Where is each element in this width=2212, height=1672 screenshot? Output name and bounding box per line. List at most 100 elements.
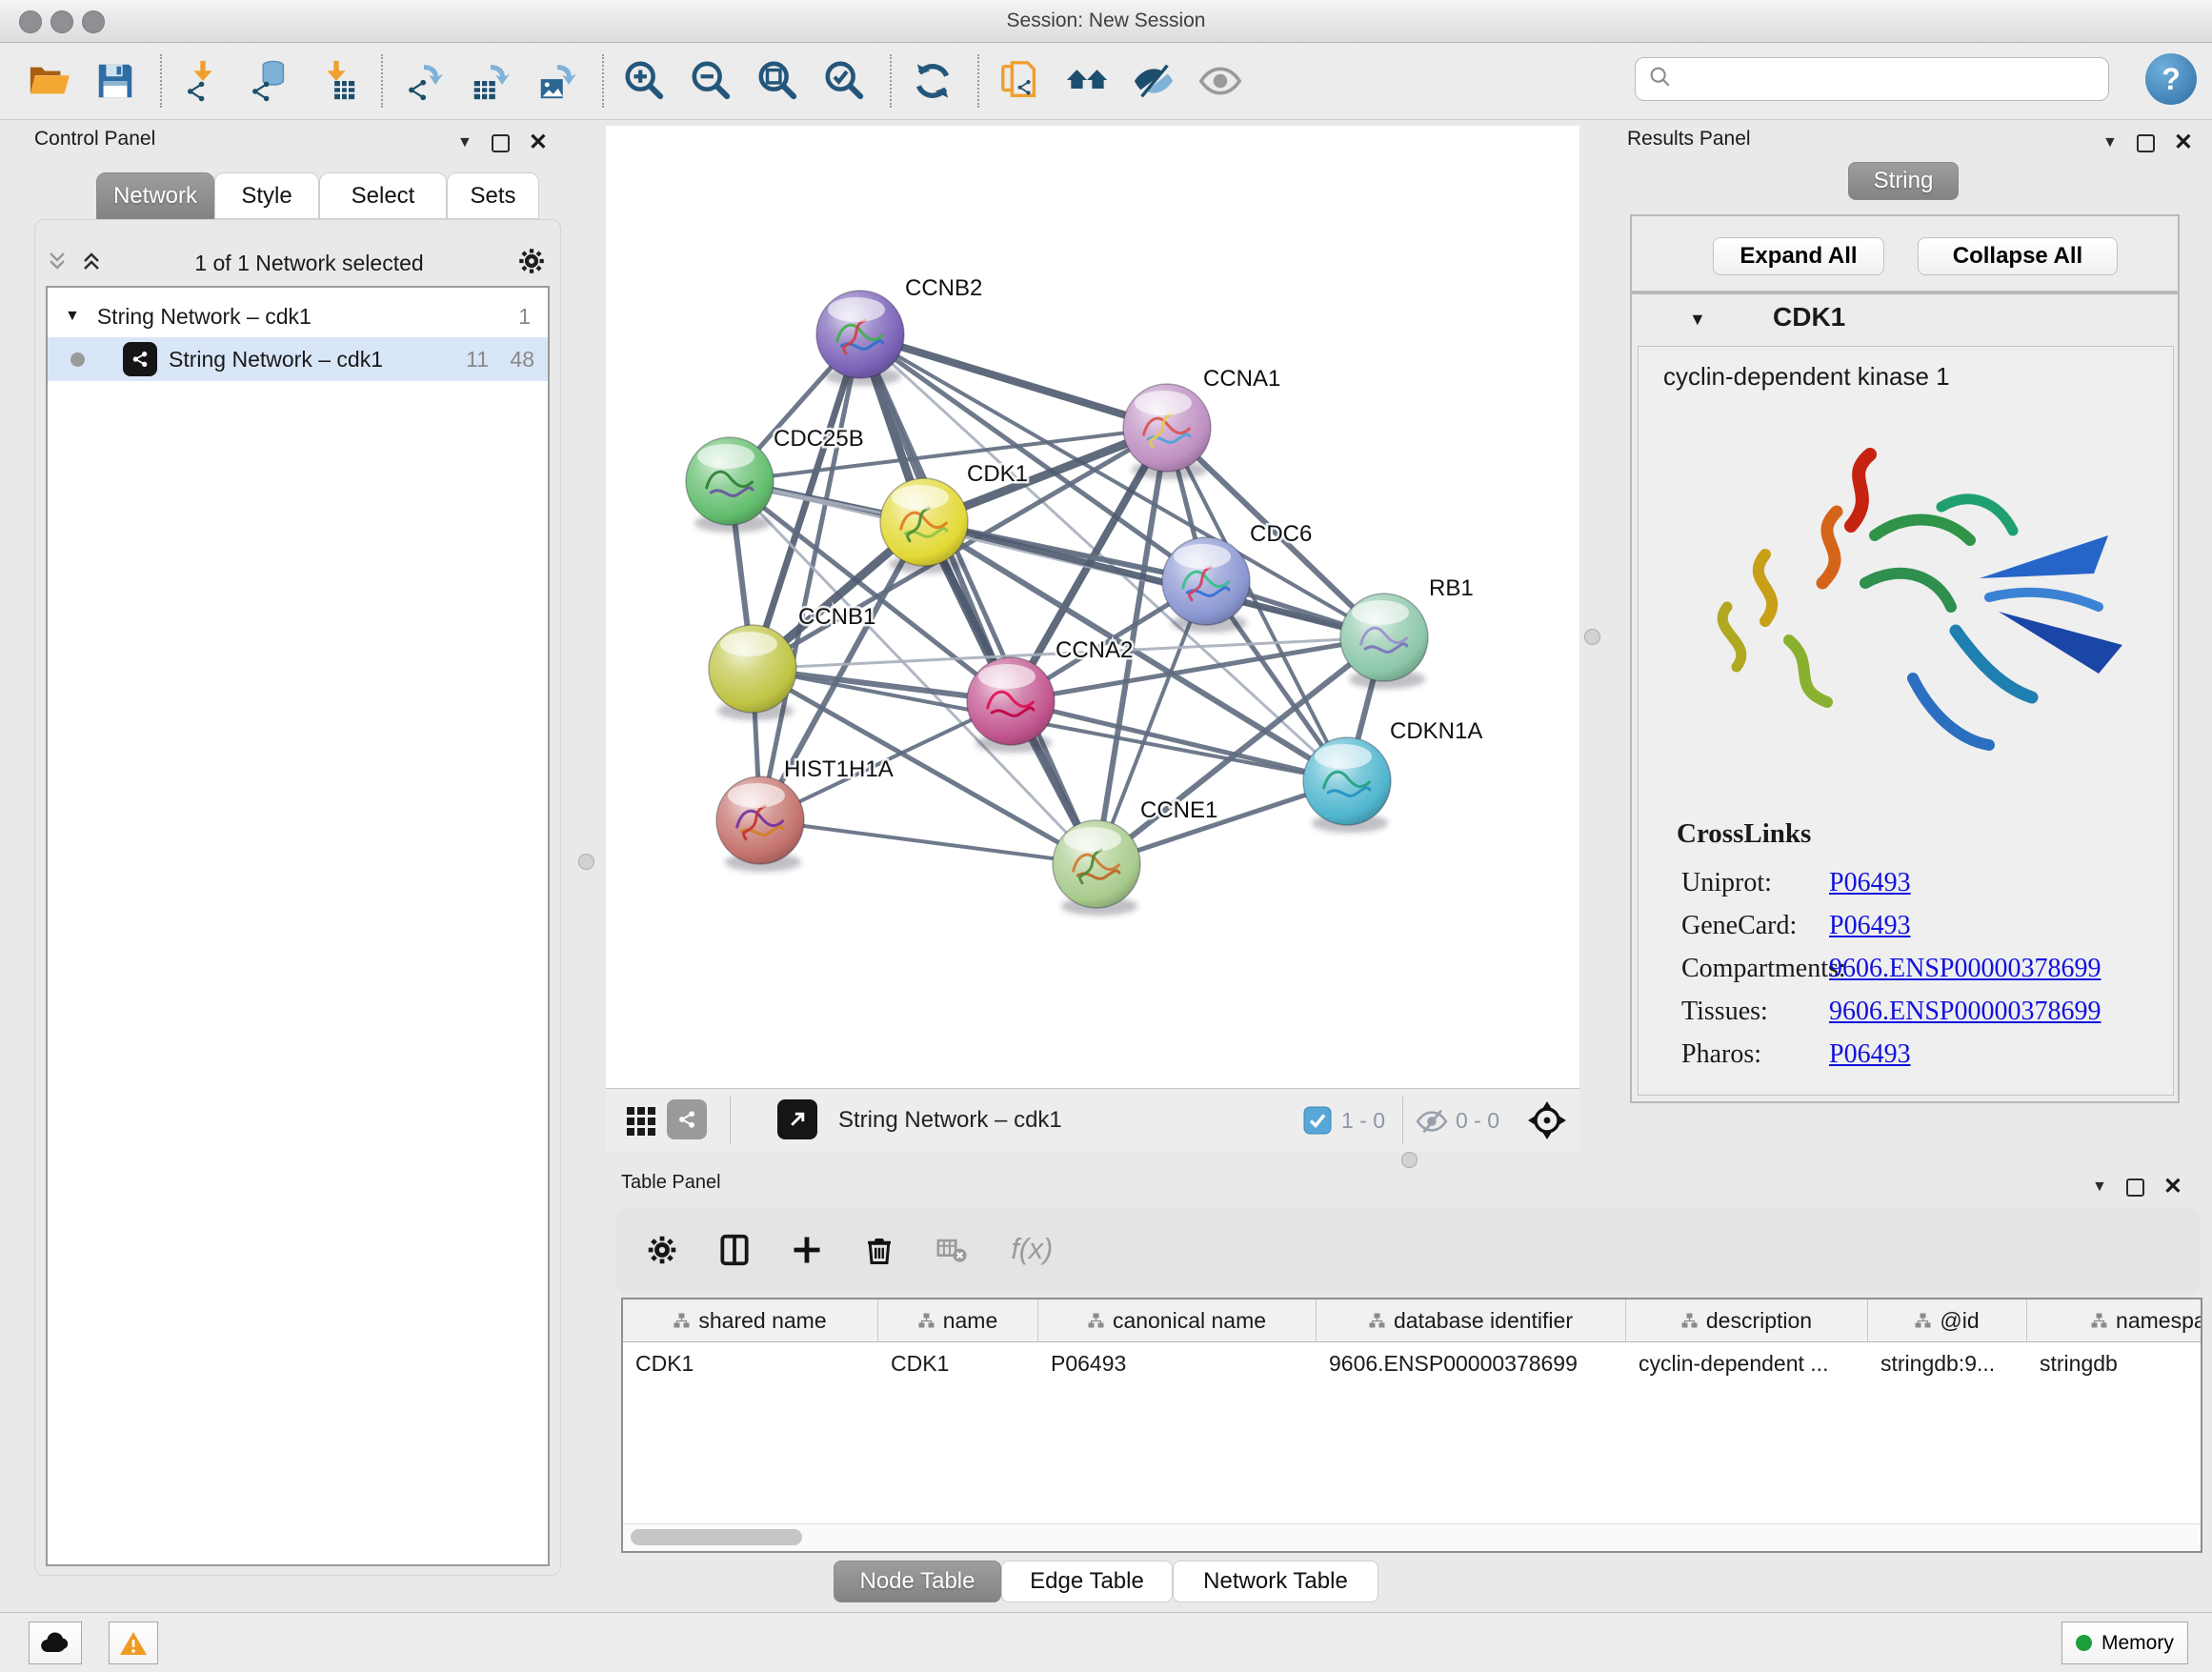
table-settings-gear-icon[interactable] xyxy=(638,1223,686,1277)
table-cell[interactable]: stringdb xyxy=(2027,1342,2202,1384)
protein-section-header[interactable]: ▼ CDK1 xyxy=(1632,294,2178,344)
copy-network-icon[interactable] xyxy=(993,52,1048,110)
table-cell[interactable]: CDK1 xyxy=(623,1342,878,1384)
column-header-database-identifier[interactable]: database identifier xyxy=(1317,1299,1626,1341)
export-image-icon[interactable] xyxy=(530,52,585,110)
search-field[interactable] xyxy=(1635,57,2109,101)
help-button[interactable]: ? xyxy=(2145,53,2197,105)
crosslink-link[interactable]: P06493 xyxy=(1829,1039,1911,1070)
tab-network[interactable]: Network xyxy=(96,172,214,219)
network-edge[interactable] xyxy=(924,522,1384,637)
function-builder-icon[interactable]: f(x) xyxy=(1000,1223,1076,1277)
table-horizontal-scrollbar[interactable] xyxy=(623,1523,2201,1551)
import-network-database-icon[interactable] xyxy=(242,52,297,110)
network-node-CCNB1[interactable] xyxy=(709,625,796,720)
table-cell[interactable]: stringdb:9... xyxy=(1868,1342,2027,1384)
network-node-CCNA2[interactable] xyxy=(967,657,1055,753)
expand-all-button[interactable]: Expand All xyxy=(1713,237,1884,275)
open-session-icon[interactable] xyxy=(21,52,76,110)
column-header-shared-name[interactable]: shared name xyxy=(623,1299,878,1341)
memory-button[interactable]: Memory xyxy=(2061,1622,2188,1664)
network-node-HIST1H1A[interactable] xyxy=(716,776,804,872)
float-panel-icon[interactable] xyxy=(2126,1178,2144,1197)
close-panel-icon[interactable]: ✕ xyxy=(529,131,548,154)
create-column-icon[interactable] xyxy=(783,1223,831,1277)
network-canvas[interactable]: CCNB2CCNA1CDC25BCDK1CDC6RB1CCNB1CCNA2CDK… xyxy=(606,126,1579,1088)
save-session-icon[interactable] xyxy=(88,52,143,110)
close-panel-icon[interactable]: ✕ xyxy=(2163,1176,2182,1199)
cloud-status-icon[interactable] xyxy=(29,1622,82,1664)
scrollbar-thumb[interactable] xyxy=(631,1529,802,1545)
delete-table-icon[interactable] xyxy=(928,1223,975,1277)
network-options-gear-icon[interactable] xyxy=(515,245,548,282)
left-splitter-handle[interactable] xyxy=(578,854,594,870)
zoom-out-icon[interactable] xyxy=(684,52,739,110)
column-header-name[interactable]: name xyxy=(878,1299,1038,1341)
string-network-graph[interactable]: CCNB2CCNA1CDC25BCDK1CDC6RB1CCNB1CCNA2CDK… xyxy=(606,126,1579,1088)
grid-view-icon[interactable] xyxy=(621,1099,661,1139)
show-columns-icon[interactable] xyxy=(711,1223,758,1277)
search-input[interactable] xyxy=(1674,66,2108,92)
table-cell[interactable]: CDK1 xyxy=(878,1342,1038,1384)
close-panel-icon[interactable]: ✕ xyxy=(2174,131,2193,154)
column-header--id[interactable]: @id xyxy=(1868,1299,2027,1341)
column-header-namespace[interactable]: namespace xyxy=(2027,1299,2202,1341)
zoom-selected-icon[interactable] xyxy=(817,52,873,110)
network-edge[interactable] xyxy=(860,334,1167,428)
collapse-section-icon[interactable]: ▼ xyxy=(1689,310,1706,330)
import-table-icon[interactable] xyxy=(309,52,364,110)
crosslink-link[interactable]: 9606.ENSP00000378699 xyxy=(1829,997,2101,1027)
column-header-canonical-name[interactable]: canonical name xyxy=(1038,1299,1317,1341)
collapse-all-button[interactable]: Collapse All xyxy=(1918,237,2118,275)
refresh-layout-icon[interactable] xyxy=(905,52,960,110)
selected-checkbox-icon[interactable] xyxy=(1303,1106,1332,1139)
crosslink-link[interactable]: P06493 xyxy=(1829,868,1911,898)
network-edge[interactable] xyxy=(860,334,1096,864)
table-row[interactable]: CDK1CDK1P064939606.ENSP00000378699cyclin… xyxy=(623,1342,2201,1384)
float-panel-icon[interactable] xyxy=(2137,134,2155,152)
table-cell[interactable]: cyclin-dependent ... xyxy=(1626,1342,1868,1384)
network-node-CDK1[interactable] xyxy=(880,478,968,574)
crosslink-link[interactable]: P06493 xyxy=(1829,911,1911,941)
export-table-icon[interactable] xyxy=(463,52,518,110)
crosslink-link[interactable]: 9606.ENSP00000378699 xyxy=(1829,954,2101,984)
panel-menu-icon[interactable]: ▼ xyxy=(2092,1179,2107,1195)
collapse-all-networks-icon[interactable] xyxy=(46,250,69,277)
import-network-file-icon[interactable] xyxy=(175,52,231,110)
panel-menu-icon[interactable]: ▼ xyxy=(457,135,473,151)
export-network-icon[interactable] xyxy=(396,52,452,110)
table-cell[interactable]: 9606.ENSP00000378699 xyxy=(1317,1342,1626,1384)
network-node-CCNA1[interactable] xyxy=(1123,384,1211,479)
tab-sets[interactable]: Sets xyxy=(447,172,539,219)
collection-row[interactable]: ▼ String Network – cdk1 1 xyxy=(48,295,548,337)
float-panel-icon[interactable] xyxy=(492,134,510,152)
tab-select[interactable]: Select xyxy=(319,172,447,219)
zoom-fit-icon[interactable] xyxy=(751,52,806,110)
network-node-CDC25B[interactable] xyxy=(686,437,774,533)
network-edge[interactable] xyxy=(760,334,860,820)
birdseye-crosshair-icon[interactable] xyxy=(1526,1099,1568,1146)
hidden-eye-icon[interactable] xyxy=(1416,1105,1448,1142)
tab-string[interactable]: String xyxy=(1848,162,1959,200)
network-node-RB1[interactable] xyxy=(1340,594,1428,689)
zoom-in-icon[interactable] xyxy=(617,52,673,110)
network-node-CDKN1A[interactable] xyxy=(1303,737,1391,833)
panel-menu-icon[interactable]: ▼ xyxy=(2102,135,2118,151)
network-node-CCNE1[interactable] xyxy=(1053,820,1140,916)
column-header-description[interactable]: description xyxy=(1626,1299,1868,1341)
home-icon[interactable] xyxy=(1059,52,1115,110)
string-overlay-icon[interactable] xyxy=(667,1099,707,1139)
tab-node-table[interactable]: Node Table xyxy=(834,1561,1001,1602)
network-edge[interactable] xyxy=(760,820,1096,864)
network-row[interactable]: String Network – cdk1 11 48 xyxy=(48,337,548,381)
tab-network-table[interactable]: Network Table xyxy=(1173,1561,1378,1602)
hide-panel-eye-icon[interactable] xyxy=(1126,52,1181,110)
horizontal-splitter-handle[interactable] xyxy=(1401,1152,1418,1168)
tab-edge-table[interactable]: Edge Table xyxy=(1001,1561,1173,1602)
network-node-CDC6[interactable] xyxy=(1162,537,1250,633)
show-panel-eye-icon[interactable] xyxy=(1193,52,1248,110)
tab-style[interactable]: Style xyxy=(214,172,319,219)
collection-expand-icon[interactable]: ▼ xyxy=(65,308,80,325)
open-in-navigator-icon[interactable] xyxy=(777,1099,817,1139)
delete-column-trash-icon[interactable] xyxy=(855,1223,903,1277)
